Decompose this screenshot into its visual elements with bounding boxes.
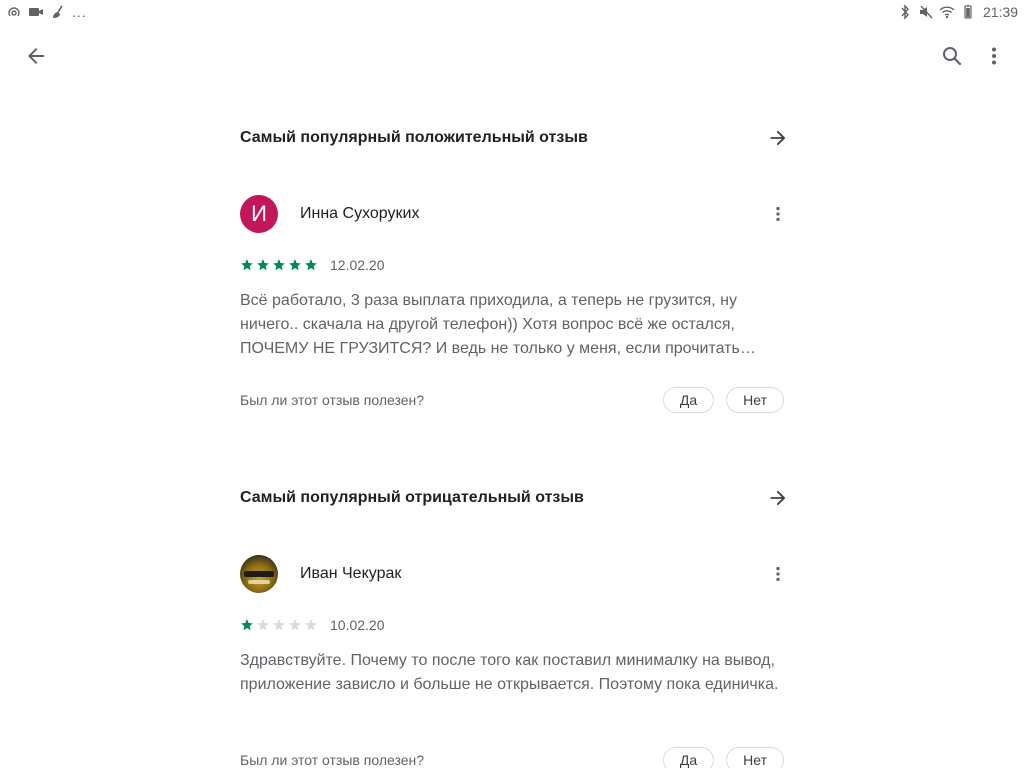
positive-review-header[interactable]: Самый популярный положительный отзыв: [240, 124, 786, 152]
helpful-row: Был ли этот отзыв полезен? Да Нет: [240, 385, 784, 415]
helpful-no-button[interactable]: Нет: [726, 387, 784, 413]
hotspot-icon: [6, 4, 22, 20]
reviewer-row: Иван Чекурак: [240, 554, 784, 594]
section-title: Самый популярный отрицательный отзыв: [240, 489, 584, 506]
section-title: Самый популярный положительный отзыв: [240, 129, 588, 146]
star-empty-icon: [304, 618, 318, 632]
review-date: 12.02.20: [330, 257, 385, 273]
star-filled-icon: [272, 258, 286, 272]
avatar: И: [240, 195, 278, 233]
star-filled-icon: [288, 258, 302, 272]
star-filled-icon: [240, 618, 254, 632]
reviewer-row: И Инна Сухоруких: [240, 194, 784, 234]
cleaner-icon: [50, 4, 66, 20]
wifi-icon: [939, 4, 955, 20]
review-text: Здравствуйте. Почему то после того как п…: [240, 652, 779, 693]
review-more-icon[interactable]: [764, 560, 792, 588]
star-rating: [240, 618, 318, 632]
search-button[interactable]: [932, 36, 972, 76]
negative-review-header[interactable]: Самый популярный отрицательный отзыв: [240, 484, 786, 512]
app-reviews-page: ... 21:39 Самый популярный положительный…: [0, 0, 1024, 768]
avatar: [240, 555, 278, 593]
review-more-icon[interactable]: [764, 200, 792, 228]
star-empty-icon: [256, 618, 270, 632]
star-empty-icon: [288, 618, 302, 632]
helpful-question: Был ли этот отзыв полезен?: [240, 752, 425, 768]
back-button[interactable]: [16, 36, 56, 76]
mute-icon: [918, 4, 934, 20]
star-filled-icon: [256, 258, 270, 272]
status-time: 21:39: [982, 4, 1018, 20]
star-empty-icon: [272, 618, 286, 632]
review-text: Всё работало, 3 раза выплата приходила, …: [240, 292, 740, 357]
helpful-question: Был ли этот отзыв полезен?: [240, 392, 425, 408]
helpful-yes-button[interactable]: Да: [662, 387, 715, 413]
helpful-no-button[interactable]: Нет: [726, 747, 784, 768]
status-more: ...: [72, 4, 87, 20]
search-icon: [940, 44, 964, 68]
star-filled-icon: [240, 258, 254, 272]
reviewer-name: Инна Сухоруких: [300, 205, 420, 222]
arrow-back-icon: [24, 44, 48, 68]
rating-row: 12.02.20: [240, 256, 385, 274]
arrow-forward-icon[interactable]: [764, 484, 792, 512]
reviewer-name: Иван Чекурак: [300, 565, 402, 582]
helpful-row: Был ли этот отзыв полезен? Да Нет: [240, 745, 784, 768]
overflow-menu-button[interactable]: [974, 36, 1014, 76]
more-vert-icon: [982, 44, 1006, 68]
status-bar: ... 21:39: [0, 0, 1024, 26]
battery-icon: [960, 4, 976, 20]
avatar-letter: И: [251, 201, 267, 226]
arrow-forward-icon[interactable]: [764, 124, 792, 152]
review-date: 10.02.20: [330, 617, 385, 633]
bluetooth-icon: [897, 4, 913, 20]
rating-row: 10.02.20: [240, 616, 385, 634]
helpful-yes-button[interactable]: Да: [662, 747, 715, 768]
star-filled-icon: [304, 258, 318, 272]
star-rating: [240, 258, 318, 272]
video-icon: [28, 4, 44, 20]
